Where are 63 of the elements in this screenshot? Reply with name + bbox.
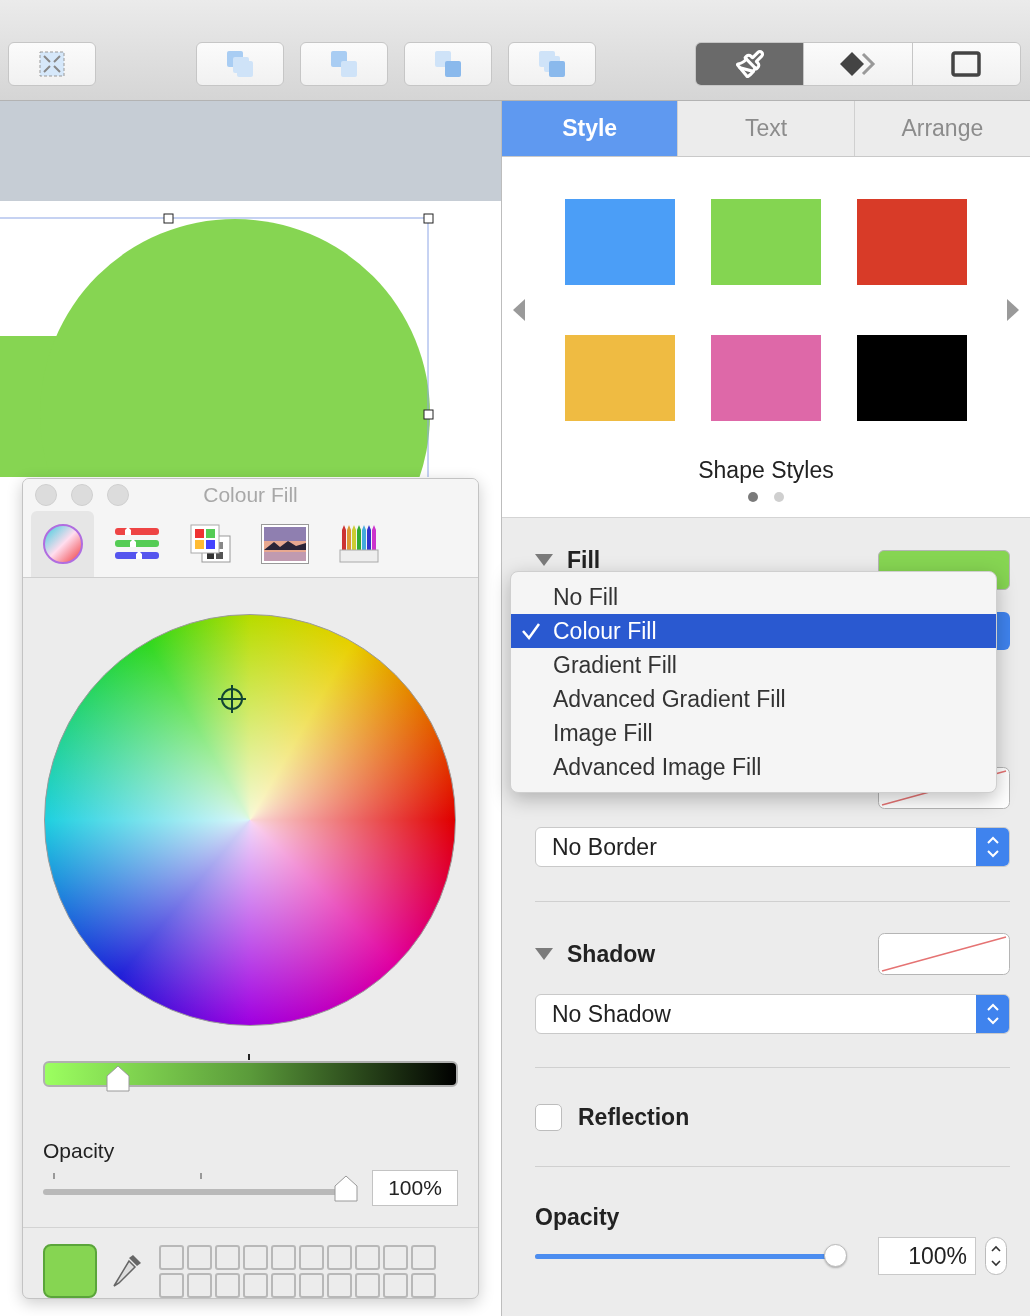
style-swatch[interactable] xyxy=(565,335,675,421)
style-swatch[interactable] xyxy=(565,199,675,285)
saved-colour-grid[interactable] xyxy=(159,1244,436,1298)
stepper-button[interactable] xyxy=(985,1237,1007,1275)
inspector-tab[interactable] xyxy=(803,43,912,85)
menu-item[interactable]: No Fill xyxy=(511,580,996,614)
chevrons-icon xyxy=(984,834,1001,860)
menu-item[interactable]: Image Fill xyxy=(511,716,996,750)
style-swatch[interactable] xyxy=(711,335,821,421)
colour-sliders-icon[interactable] xyxy=(113,525,160,562)
arrange-button[interactable] xyxy=(300,42,388,86)
opacity-field[interactable]: 100% xyxy=(878,1237,976,1275)
previous-arrow[interactable] xyxy=(513,299,525,321)
brush-icon xyxy=(734,49,765,79)
arrange-button[interactable] xyxy=(404,42,492,86)
page-dot[interactable] xyxy=(774,492,784,502)
slider-thumb[interactable] xyxy=(104,1064,131,1093)
menu-item[interactable]: Gradient Fill xyxy=(511,648,996,682)
disclosure-triangle[interactable] xyxy=(535,948,553,960)
reflection-checkbox[interactable] xyxy=(535,1104,562,1131)
arrange-button[interactable] xyxy=(508,42,596,86)
page-dot[interactable] xyxy=(748,492,758,502)
fit-button[interactable] xyxy=(8,42,96,86)
window-title: Colour Fill xyxy=(203,483,298,507)
window-button[interactable] xyxy=(35,484,57,506)
diamond-arrow-icon xyxy=(839,51,877,77)
chevrons-icon xyxy=(984,1001,1001,1027)
next-arrow[interactable] xyxy=(1007,299,1019,321)
menu-item[interactable]: Colour Fill xyxy=(511,614,996,648)
style-swatch[interactable] xyxy=(711,199,821,285)
no-colour-well[interactable] xyxy=(878,933,1010,975)
section-label: Fill xyxy=(567,546,601,574)
inspector-tab[interactable] xyxy=(696,43,804,85)
section-title: Shape Styles xyxy=(698,457,834,484)
menu-item[interactable]: Advanced Gradient Fill xyxy=(511,682,996,716)
inspector-segmented-control[interactable] xyxy=(695,42,1021,86)
landscape-image-icon[interactable] xyxy=(260,523,309,564)
arrange-button[interactable] xyxy=(196,42,284,86)
opacity-label: Opacity xyxy=(535,1204,621,1231)
opacity-field[interactable]: 100% xyxy=(372,1170,458,1206)
style-swatch[interactable] xyxy=(857,335,967,421)
crosshair-icon xyxy=(217,683,247,714)
current-colour-swatch[interactable] xyxy=(43,1244,97,1298)
coloured-pencils-icon[interactable] xyxy=(338,523,379,564)
window-icon xyxy=(951,51,982,77)
window-button[interactable] xyxy=(107,484,129,506)
opacity-label: Opacity xyxy=(43,1139,116,1163)
colour-palette-icon[interactable] xyxy=(189,523,232,564)
style-swatch[interactable] xyxy=(857,199,967,285)
brightness-slider[interactable] xyxy=(43,1052,458,1094)
eyedropper-icon[interactable] xyxy=(111,1253,143,1289)
border-select[interactable]: No Border xyxy=(535,827,1010,867)
window-button[interactable] xyxy=(71,484,93,506)
slider-thumb[interactable] xyxy=(823,1244,847,1267)
colour-wheel-icon[interactable] xyxy=(42,523,83,564)
checkmark-icon xyxy=(521,622,541,640)
slider-thumb[interactable] xyxy=(333,1175,359,1203)
fit-icon xyxy=(38,50,66,78)
shadow-select[interactable]: No Shadow xyxy=(535,994,1010,1034)
checkbox-label: Reflection xyxy=(578,1104,690,1131)
inspector-tab[interactable] xyxy=(911,43,1020,85)
menu-item[interactable]: Advanced Image Fill xyxy=(511,750,996,784)
section-label: Shadow xyxy=(567,940,656,968)
